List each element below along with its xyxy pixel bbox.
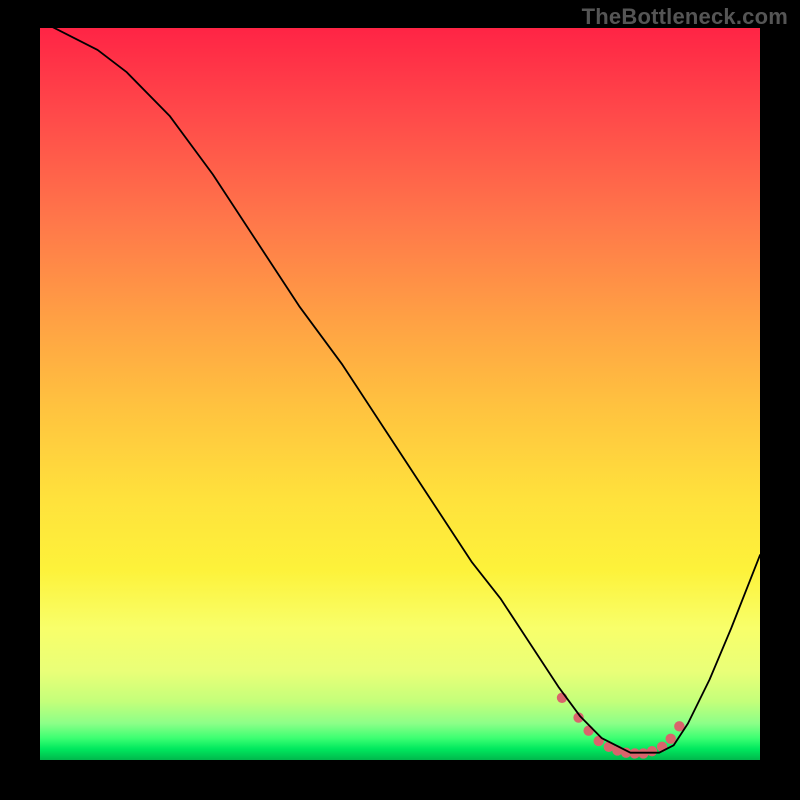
plot-area xyxy=(40,28,760,760)
chart-frame: TheBottleneck.com xyxy=(0,0,800,800)
marker-dot xyxy=(666,734,676,744)
marker-dot xyxy=(594,736,604,746)
bottleneck-curve xyxy=(40,21,760,753)
marker-dot xyxy=(647,746,657,756)
watermark-text: TheBottleneck.com xyxy=(582,4,788,30)
marker-dot xyxy=(583,726,593,736)
plot-svg xyxy=(40,28,760,760)
